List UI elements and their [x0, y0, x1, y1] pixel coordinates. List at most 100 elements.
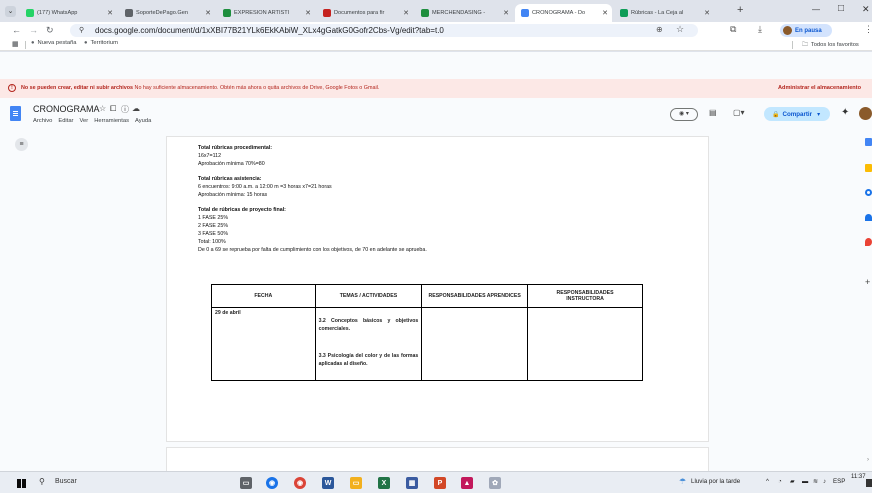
add-addon-icon[interactable]: + — [865, 277, 870, 287]
taskbar-search-input[interactable]: Buscar — [55, 478, 77, 485]
menu-item[interactable]: Ver — [80, 118, 89, 124]
docs-logo-icon[interactable] — [10, 106, 21, 121]
cloud-icon[interactable]: ☁ — [132, 104, 140, 113]
present-button[interactable]: ◉ ▾ — [670, 108, 698, 121]
chrome-profile-icon[interactable]: ◉ — [294, 477, 306, 489]
browser-tab[interactable]: EXPRESIÓN ARTÍSTI ✕ — [217, 4, 315, 22]
menu-item[interactable]: Herramientas — [94, 118, 129, 124]
task-view-icon[interactable]: ▭ — [240, 477, 252, 489]
address-bar[interactable]: ⚲ docs.google.com/document/d/1xXBI77B21Y… — [70, 24, 698, 37]
browser-tab[interactable]: SoporteDePago.Gen ✕ — [119, 4, 215, 22]
body-text: De 0 a 69 se reprueba por falta de cumpl… — [198, 247, 427, 253]
account-avatar[interactable] — [859, 107, 872, 120]
browser-tab-strip: ⌄ (177) WhatsApp ✕ SoporteDePago.Gen ✕ EXPRE… — [0, 0, 872, 22]
manage-storage-link[interactable]: Administrar el almacenamiento — [778, 85, 861, 91]
tab-close-icon[interactable]: ✕ — [704, 9, 710, 17]
tab-close-icon[interactable]: ✕ — [107, 9, 113, 17]
table-cell-fecha[interactable]: 29 de abril — [211, 307, 316, 381]
windows-start-icon[interactable] — [17, 479, 26, 488]
tasks-icon[interactable] — [865, 189, 872, 196]
extensions-icon[interactable]: ⧉ — [730, 24, 736, 35]
menu-item[interactable]: Editar — [58, 118, 73, 124]
document-page-next[interactable] — [166, 447, 709, 471]
warning-icon: ! — [8, 84, 16, 92]
document-page[interactable]: Total rúbricas procedimental: 16x7=112 Apr… — [166, 136, 709, 442]
back-button[interactable]: ← — [12, 25, 21, 35]
browser-tab[interactable]: Rúbricas - La Ceja al ✕ — [614, 4, 714, 22]
share-button[interactable]: 🔒 Compartir ▾ — [764, 107, 830, 121]
apps-grid-icon[interactable]: ▦ — [12, 40, 19, 48]
notifications-icon[interactable] — [866, 479, 872, 487]
table-cell-temas[interactable]: 3.2 Conceptos básicos y objetivos comerc… — [314, 307, 423, 381]
browser-tab[interactable]: Documentos para fir ✕ — [317, 4, 413, 22]
browser-tab[interactable]: MERCHENDASING - ✕ — [415, 4, 513, 22]
section-heading: Total rúbricas asistencia: — [198, 176, 262, 182]
document-title[interactable]: CRONOGRAMA — [33, 104, 100, 114]
move-folder-icon[interactable]: ⧠ — [110, 104, 116, 114]
tab-search-button[interactable]: ⌄ — [5, 6, 16, 17]
meet-icon[interactable]: ▢▾ — [733, 108, 745, 117]
chrome-icon[interactable]: ◉ — [266, 477, 278, 489]
reload-button[interactable]: ↻ — [46, 25, 54, 36]
all-bookmarks-button[interactable]: 🗀 Todos los favoritos — [802, 40, 859, 50]
tab-close-icon[interactable]: ✕ — [205, 9, 211, 17]
search-icon[interactable]: ⚲ — [39, 477, 45, 486]
excel-icon[interactable]: X — [378, 477, 390, 489]
folder-icon: 🗀 — [802, 42, 808, 48]
window-close-button[interactable]: ✕ — [862, 4, 870, 15]
maps-icon[interactable] — [865, 238, 872, 246]
bookmark-star-icon[interactable]: ☆ — [676, 24, 684, 35]
browser-tab[interactable]: CRONOGRAMA - Do ✕ — [515, 4, 612, 22]
menu-item[interactable]: Ayuda — [135, 118, 151, 124]
forward-button[interactable]: → — [29, 25, 38, 35]
photos-icon[interactable]: ▲ — [461, 477, 473, 489]
collapse-panel-icon[interactable]: › — [867, 457, 869, 463]
downloads-icon[interactable]: ⤓ — [758, 24, 762, 35]
powerpoint-icon[interactable]: P — [434, 477, 446, 489]
browser-tab[interactable]: (177) WhatsApp ✕ — [20, 4, 117, 22]
app-icon[interactable]: ✿ — [489, 477, 501, 489]
volume-icon[interactable]: ♪ — [823, 478, 826, 485]
comments-icon[interactable]: ▤ — [709, 108, 717, 117]
menu-item[interactable]: Archivo — [33, 118, 52, 124]
table-cell-aprendices[interactable] — [421, 307, 529, 381]
weather-text[interactable]: Lluvia por la tarde — [691, 478, 740, 485]
clock[interactable]: 11:37 — [851, 474, 866, 480]
table-header-cell: RESPONSABILIDADES INSTRUCTORA — [527, 284, 643, 308]
language-indicator[interactable]: ESP — [833, 478, 845, 485]
site-info-icon[interactable]: ⚲ — [79, 26, 84, 34]
doc-status-icon[interactable]: ⓘ — [121, 104, 129, 115]
wifi-icon[interactable]: ≋ — [813, 478, 818, 485]
tab-close-icon[interactable]: ✕ — [503, 9, 509, 17]
outline-toggle-icon[interactable]: ≡ — [15, 138, 28, 151]
tray-app-icon[interactable]: ▰ — [790, 478, 795, 485]
tab-close-icon[interactable]: ✕ — [403, 9, 409, 17]
zoom-icon[interactable]: ⊕ — [656, 25, 663, 34]
tab-close-icon[interactable]: ✕ — [305, 9, 311, 17]
browser-toolbar: ← → ↻ ⚲ docs.google.com/document/d/1xXBI… — [0, 22, 872, 39]
tray-chevron-icon[interactable]: ^ — [766, 478, 769, 485]
tab-close-icon[interactable]: ✕ — [602, 9, 608, 17]
tab-label: Documentos para fir — [334, 10, 385, 16]
star-icon[interactable]: ☆ — [99, 104, 106, 113]
whatsapp-icon — [26, 9, 34, 17]
browser-menu-icon[interactable]: ⋮ — [864, 24, 872, 35]
globe-icon — [125, 9, 133, 17]
table-cell-instructora[interactable] — [527, 307, 643, 381]
profile-button[interactable]: En pausa — [780, 24, 832, 37]
battery-icon[interactable]: ▬ — [802, 478, 808, 485]
network-icon[interactable]: ◔ — [778, 478, 782, 485]
contacts-icon[interactable] — [865, 214, 872, 221]
keep-icon[interactable] — [865, 164, 872, 172]
window-minimize-button[interactable]: — — [812, 5, 820, 14]
gemini-icon[interactable]: ✦ — [841, 107, 849, 118]
window-maximize-button[interactable]: □ — [838, 3, 844, 14]
store-icon[interactable]: ▦ — [406, 477, 418, 489]
word-icon[interactable]: W — [322, 477, 334, 489]
calendar-icon[interactable] — [865, 138, 872, 146]
weather-icon[interactable]: ☂ — [679, 477, 686, 486]
bookmark-nueva-pestana[interactable]: ● Nueva pestaña — [31, 40, 77, 46]
bookmark-territorium[interactable]: ● Territorium — [84, 40, 118, 46]
new-tab-button[interactable]: + — [737, 4, 743, 16]
file-explorer-icon[interactable]: ▭ — [350, 477, 362, 489]
